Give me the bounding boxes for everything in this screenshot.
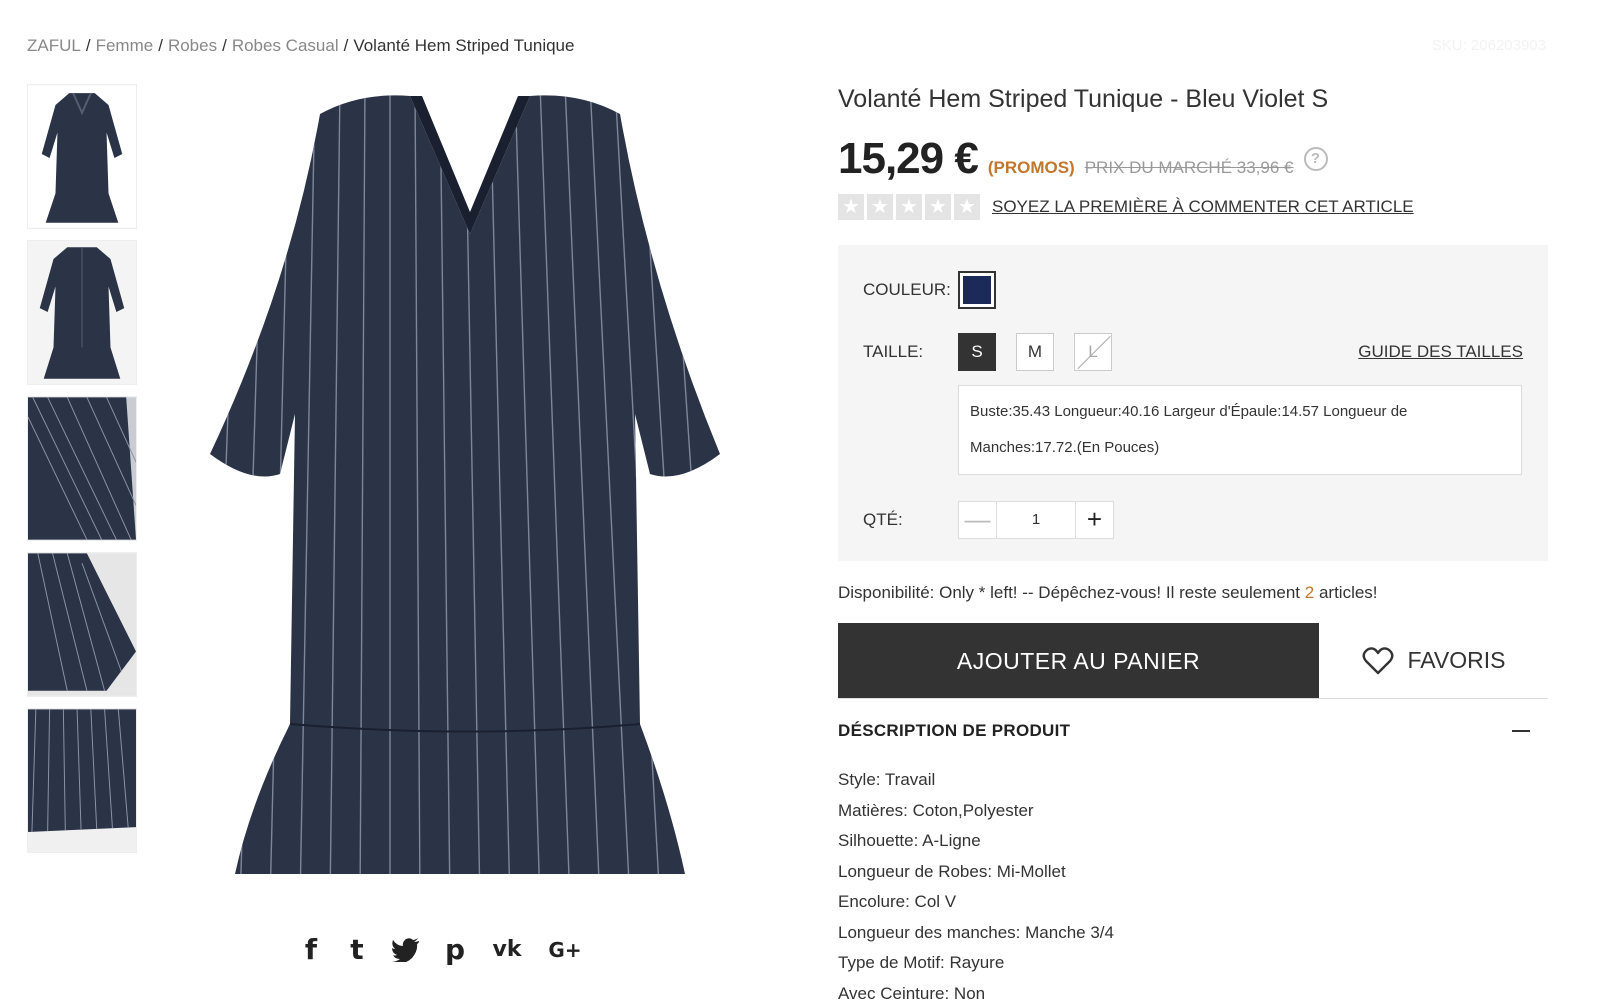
size-measurements: Buste:35.43 Longueur:40.16 Largeur d'Épa… <box>958 385 1522 475</box>
product-info: Volanté Hem Striped Tunique - Bleu Viole… <box>838 82 1548 1004</box>
star-icon: ★ <box>867 194 893 220</box>
breadcrumb-separator: / <box>85 36 91 55</box>
heart-icon <box>1362 646 1393 674</box>
quantity-decrease-button[interactable]: — <box>959 502 997 538</box>
breadcrumb-current: Volanté Hem Striped Tunique <box>353 36 575 55</box>
sleeve-detail-thumb-image <box>28 553 136 696</box>
thumbnail-gallery <box>27 84 137 864</box>
breadcrumb-link-zaful[interactable]: ZAFUL <box>27 36 81 55</box>
description-item: Longueur de Robes: Mi-Mollet <box>838 861 1066 881</box>
write-review-link[interactable]: SOYEZ LA PREMIÈRE À COMMENTER CET ARTICL… <box>992 197 1414 217</box>
action-buttons: AJOUTER AU PANIER FAVORIS <box>838 623 1548 699</box>
vk-icon[interactable]: vk <box>490 930 524 970</box>
star-icon: ★ <box>954 194 980 220</box>
pinterest-icon[interactable]: p <box>444 930 466 970</box>
color-row: COULEUR: <box>863 271 1523 309</box>
thumbnail-hem-detail[interactable] <box>27 708 137 853</box>
description-item: Style: Travail <box>838 770 936 789</box>
breadcrumb: ZAFUL / Femme / Robes / Robes Casual / Volanté H… <box>27 36 574 56</box>
size-guide-link[interactable]: GUIDE DES TAILLES <box>1358 342 1523 362</box>
product-options-panel: COULEUR: TAILLE: S M L GUIDE DES TAILLES… <box>838 245 1548 561</box>
thumbnail-back-view[interactable] <box>27 240 137 385</box>
thumbnail-front-view[interactable] <box>27 84 137 229</box>
description-item: Silhouette: A-Ligne <box>838 831 981 850</box>
description-header[interactable]: DÉSCRIPTION DE PRODUIT <box>838 721 1548 741</box>
breadcrumb-separator: / <box>343 36 349 55</box>
add-to-cart-button[interactable]: AJOUTER AU PANIER <box>838 623 1319 698</box>
sku-label: SKU: 206203903 <box>1431 37 1546 54</box>
product-title: Volanté Hem Striped Tunique - Bleu Viole… <box>838 85 1329 113</box>
striped-dress-image <box>180 84 770 904</box>
promo-label: (PROMOS) <box>987 158 1075 177</box>
rating-stars: ★ ★ ★ ★ ★ <box>838 194 980 220</box>
facebook-icon[interactable]: f <box>300 930 322 970</box>
fabric-detail-thumb-image <box>28 397 136 540</box>
dress-back-thumb-image <box>28 241 136 384</box>
description-item: Longueur des manches: Manche 3/4 <box>838 922 1114 942</box>
main-product-image[interactable] <box>180 84 770 904</box>
favorites-button[interactable]: FAVORIS <box>1319 623 1548 698</box>
availability-prefix: Disponibilité: Only * left! -- Dépêchez-… <box>838 583 1305 602</box>
description-title: DÉSCRIPTION DE PRODUIT <box>838 721 1071 740</box>
availability-text: Disponibilité: Only * left! -- Dépêchez-… <box>838 583 1548 603</box>
description-item: Type de Motif: Rayure <box>838 953 1005 972</box>
star-icon: ★ <box>896 194 922 220</box>
dress-front-thumb-image <box>28 85 136 228</box>
breadcrumb-separator: / <box>158 36 163 55</box>
size-label: TAILLE: <box>863 342 924 361</box>
size-option-l[interactable]: L <box>1074 333 1112 371</box>
quantity-stepper: — 1 + <box>958 501 1114 539</box>
quantity-label: QTÉ: <box>863 510 903 529</box>
help-icon[interactable]: ? <box>1303 147 1328 171</box>
collapse-icon[interactable] <box>1512 730 1530 732</box>
color-swatch-selected[interactable] <box>958 271 996 309</box>
breadcrumb-link-robes-casual[interactable]: Robes Casual <box>232 36 339 55</box>
description-item: Encolure: Col V <box>838 892 957 911</box>
color-swatch-fill <box>963 276 991 304</box>
quantity-increase-button[interactable]: + <box>1075 502 1113 538</box>
hem-detail-thumb-image <box>28 709 136 852</box>
google-plus-icon[interactable]: G+ <box>548 930 582 970</box>
size-option-s[interactable]: S <box>958 333 996 371</box>
description-list: Style: Travail Matières: Coton,Polyester… <box>838 765 1548 1004</box>
review-row: ★ ★ ★ ★ ★ SOYEZ LA PREMIÈRE À COMMENTER … <box>838 194 1548 220</box>
social-share: f t p vk G+ <box>300 930 582 970</box>
size-option-m[interactable]: M <box>1016 333 1054 371</box>
breadcrumb-separator: / <box>222 36 227 55</box>
description-item: Matières: Coton,Polyester <box>838 800 1034 820</box>
size-row: TAILLE: S M L GUIDE DES TAILLES <box>863 333 1523 371</box>
market-price: PRIX DU MARCHÉ 33,96 € <box>1084 158 1294 177</box>
breadcrumb-link-femme[interactable]: Femme <box>96 36 154 55</box>
stock-count: 2 <box>1304 583 1315 602</box>
current-price: 15,29 € <box>838 134 979 183</box>
description-item: Avec Ceinture: Non <box>838 983 986 1003</box>
thumbnail-sleeve-detail[interactable] <box>27 552 137 697</box>
thumbnail-fabric-detail[interactable] <box>27 396 137 541</box>
quantity-input[interactable]: 1 <box>997 502 1075 538</box>
color-label: COULEUR: <box>863 280 951 299</box>
breadcrumb-link-robes[interactable]: Robes <box>168 36 217 55</box>
tumblr-icon[interactable]: t <box>346 930 368 970</box>
availability-suffix: articles! <box>1314 583 1378 602</box>
quantity-row: QTÉ: — 1 + <box>863 501 1523 539</box>
star-icon: ★ <box>925 194 951 220</box>
price-row: 15,29 € (PROMOS) PRIX DU MARCHÉ 33,96 € … <box>838 134 1548 184</box>
favorites-label: FAVORIS <box>1407 647 1506 673</box>
twitter-icon[interactable] <box>392 938 420 962</box>
star-icon: ★ <box>838 194 864 220</box>
